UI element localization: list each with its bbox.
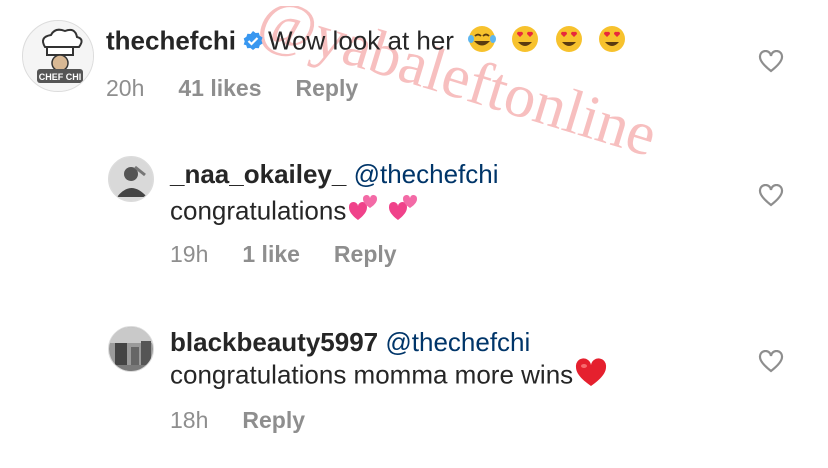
- chef-logo-icon: CHEF CHI: [23, 21, 93, 91]
- username[interactable]: _naa_okailey_: [170, 159, 346, 189]
- svg-text:CHEF CHI: CHEF CHI: [39, 72, 82, 82]
- comment-1: CHEF CHI thechefchi Wow look at her 20h 4…: [0, 0, 828, 120]
- username[interactable]: blackbeauty5997: [170, 327, 378, 357]
- mention-link[interactable]: @thechefchi: [385, 327, 530, 357]
- comment-meta: 19h 1 like Reply: [170, 240, 397, 268]
- reply-button[interactable]: Reply: [242, 406, 305, 434]
- heart-eyes-icon: [554, 24, 584, 61]
- comment-text: blackbeauty5997 @thechefchi: [170, 326, 530, 358]
- comment-body: congratulations: [170, 195, 347, 226]
- username[interactable]: thechefchi: [106, 25, 236, 55]
- red-heart-icon: [575, 358, 607, 395]
- reply-button[interactable]: Reply: [334, 240, 397, 268]
- like-heart-icon[interactable]: [758, 183, 784, 208]
- comment-text-line2: congratulations momma more wins: [170, 358, 607, 395]
- comment-text: thechefchi Wow look at her: [106, 24, 627, 61]
- comment-text: _naa_okailey_ @thechefchi: [170, 158, 499, 190]
- profile-photo-icon: [109, 327, 153, 371]
- likes-count[interactable]: 1 like: [242, 240, 300, 268]
- avatar[interactable]: CHEF CHI: [22, 20, 94, 92]
- comment-text-line2: congratulations: [170, 194, 420, 231]
- comment-3: blackbeauty5997 @thechefchi congratulati…: [0, 310, 828, 460]
- avatar[interactable]: [108, 156, 154, 202]
- heart-eyes-icon: [597, 24, 627, 61]
- comment-meta: 18h Reply: [170, 406, 305, 434]
- comment-body: congratulations momma more wins: [170, 359, 574, 390]
- likes-count[interactable]: 41 likes: [178, 74, 261, 102]
- comment-meta: 20h 41 likes Reply: [106, 74, 358, 102]
- heart-eyes-icon: [510, 24, 540, 61]
- timestamp: 18h: [170, 407, 209, 433]
- like-heart-icon[interactable]: [758, 49, 784, 74]
- mention-link[interactable]: @thechefchi: [354, 159, 499, 189]
- comment-2: _naa_okailey_ @thechefchi congratulation…: [0, 140, 828, 280]
- profile-photo-icon: [109, 157, 153, 201]
- face-with-tears-of-joy-icon: [467, 24, 497, 61]
- comment-body: Wow look at her: [268, 25, 454, 56]
- two-hearts-icon: [348, 194, 380, 231]
- two-hearts-icon: [388, 194, 420, 231]
- timestamp: 20h: [106, 75, 145, 101]
- like-heart-icon[interactable]: [758, 349, 784, 374]
- reply-button[interactable]: Reply: [296, 74, 359, 102]
- timestamp: 19h: [170, 241, 209, 267]
- avatar[interactable]: [108, 326, 154, 372]
- verified-badge-icon: [242, 27, 264, 59]
